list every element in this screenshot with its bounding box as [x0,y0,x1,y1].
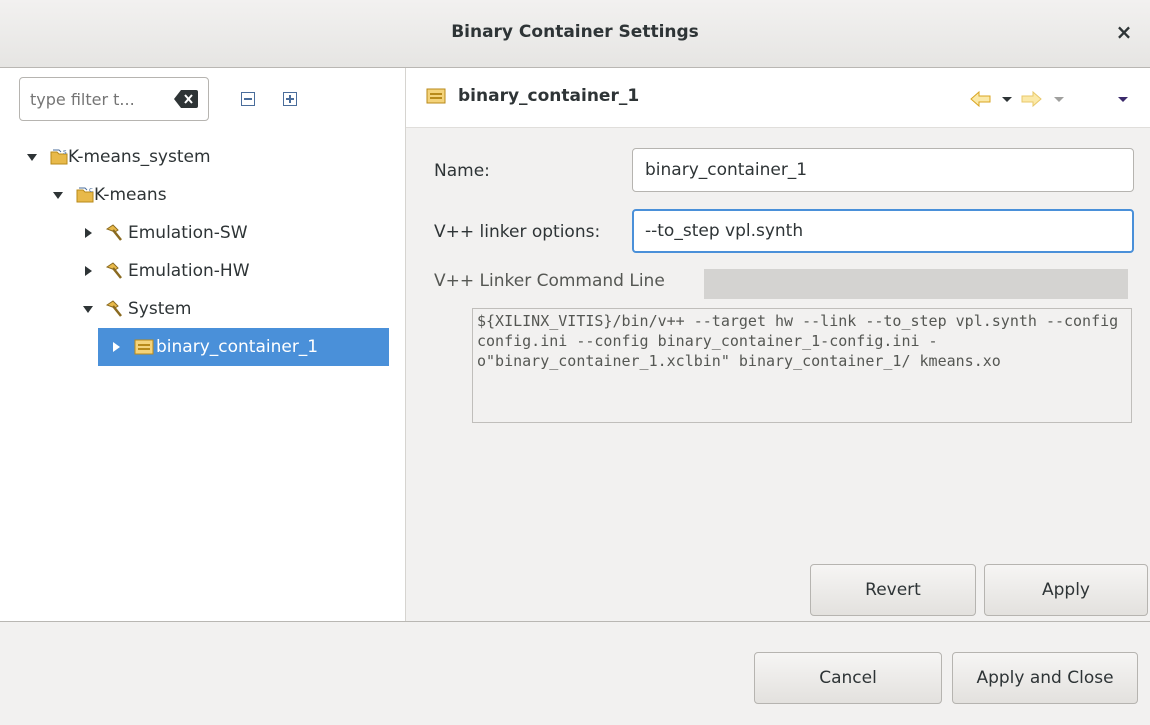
collapsed-arrow-icon[interactable] [82,227,94,239]
expanded-arrow-icon[interactable] [52,189,64,201]
collapse-all-icon[interactable] [240,91,256,107]
binary-container-icon [134,339,154,355]
window-title: Binary Container Settings [451,22,699,42]
collapsed-arrow-icon[interactable] [110,341,122,353]
linker-options-label: V++ linker options: [434,222,601,242]
command-line-label: V++ Linker Command Line [434,271,665,291]
tree-item-label: binary_container_1 [156,337,319,357]
expanded-arrow-icon[interactable] [26,151,38,163]
tree-item-kmeans-system[interactable]: s K-means_system [0,138,405,176]
tree-item-system[interactable]: System [0,290,405,328]
tree-item-label: Emulation-HW [128,261,250,281]
forward-arrow-icon[interactable] [1020,90,1042,108]
build-config-icon [105,300,122,317]
svg-text:s: s [63,148,67,156]
filter-input[interactable] [30,86,165,112]
binary-container-icon [426,88,446,104]
tree-item-emulation-hw[interactable]: Emulation-HW [0,252,405,290]
expanded-arrow-icon[interactable] [82,303,94,315]
back-dropdown-icon[interactable] [1000,90,1014,108]
svg-text:c: c [89,186,93,194]
build-config-icon [105,224,122,241]
command-line-text[interactable]: ${XILINX_VITIS}/bin/v++ --target hw --li… [472,308,1132,423]
tree-item-label: System [128,299,192,319]
tree-item-label: K-means [94,185,167,205]
name-field[interactable] [632,148,1134,192]
expand-all-icon[interactable] [282,91,298,107]
tree-item-binary-container[interactable]: binary_container_1 [98,328,389,366]
navigation-panel: s K-means_system c K-means Emulation-SW [0,68,406,621]
tree-item-label: K-means_system [68,147,211,167]
revert-button[interactable]: Revert [810,564,976,616]
apply-button[interactable]: Apply [984,564,1148,616]
tree-item-kmeans[interactable]: c K-means [0,176,405,214]
close-icon[interactable]: × [1112,20,1136,44]
dialog-button-bar: Cancel Apply and Close [0,621,1150,725]
separator [704,269,1128,299]
apply-and-close-button[interactable]: Apply and Close [952,652,1138,704]
page-header: binary_container_1 [406,68,1150,128]
application-project-icon: c [76,186,94,203]
back-arrow-icon[interactable] [970,90,992,108]
clear-filter-icon[interactable] [174,90,198,108]
build-config-icon [105,262,122,279]
settings-page: binary_container_1 Name: V++ linker opti… [406,68,1150,621]
view-menu-icon[interactable] [1116,90,1130,108]
forward-dropdown-icon[interactable] [1052,90,1066,108]
page-title: binary_container_1 [458,86,640,106]
filter-field[interactable] [19,77,209,121]
name-label: Name: [434,161,490,181]
cancel-button[interactable]: Cancel [754,652,942,704]
collapsed-arrow-icon[interactable] [82,265,94,277]
tree-item-label: Emulation-SW [128,223,248,243]
system-project-icon: s [50,148,68,165]
tree-item-emulation-sw[interactable]: Emulation-SW [0,214,405,252]
linker-options-field[interactable] [632,209,1134,253]
title-bar: Binary Container Settings × [0,0,1150,68]
